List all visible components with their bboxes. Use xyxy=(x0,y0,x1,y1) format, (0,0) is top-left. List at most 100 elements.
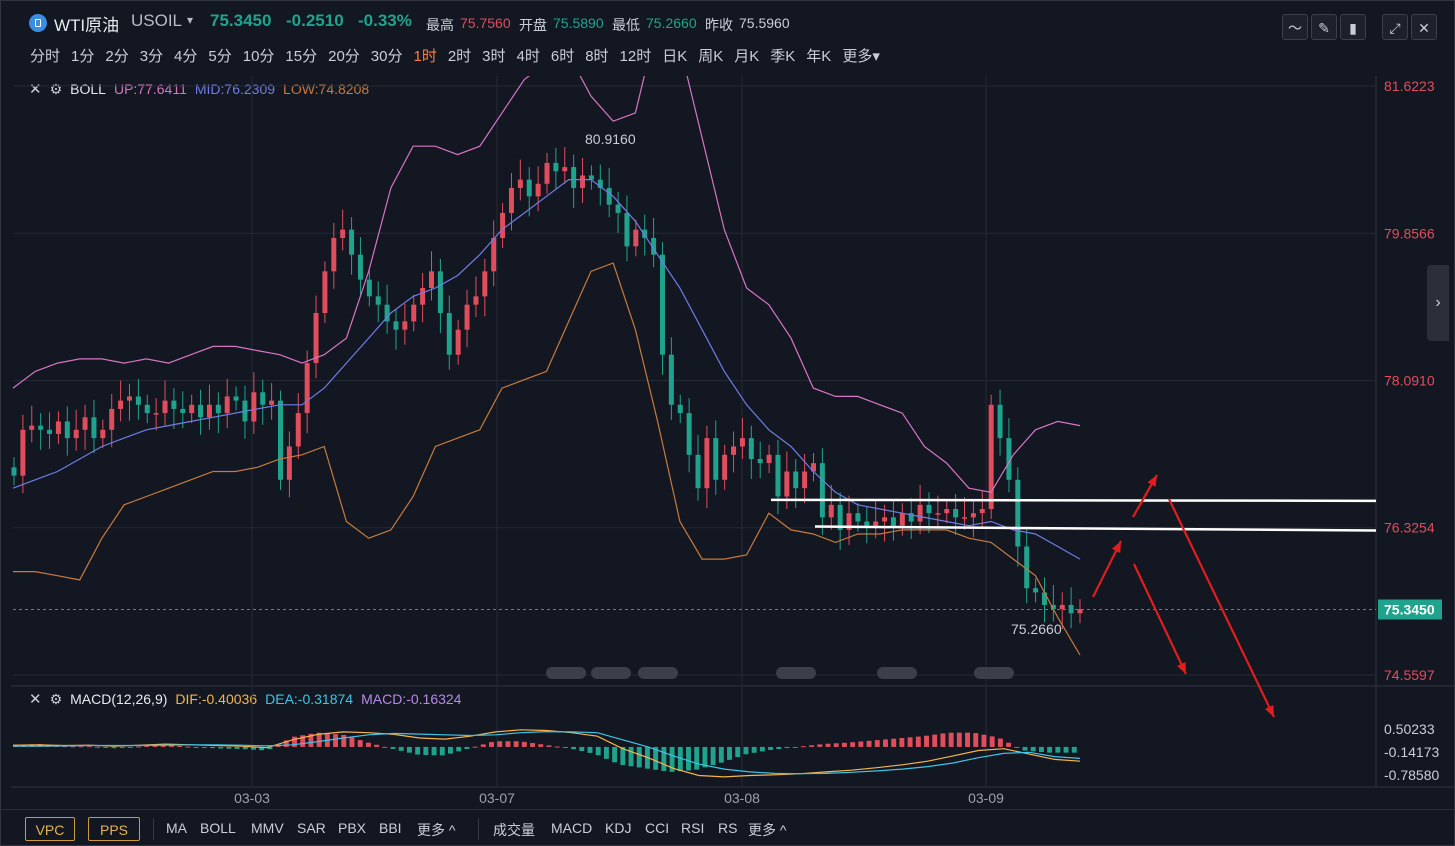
candle-body xyxy=(366,279,372,297)
macd-bar xyxy=(185,746,191,748)
macd-bar xyxy=(201,746,207,748)
candle-body xyxy=(695,454,701,489)
indicator-cci[interactable]: CCI xyxy=(645,820,669,836)
vpc-button[interactable]: VPC xyxy=(25,817,75,841)
macd-bar xyxy=(743,746,749,755)
indicator-mmv[interactable]: MMV xyxy=(251,820,284,836)
indicator-volume[interactable]: 成交量 xyxy=(493,820,535,840)
candle-body xyxy=(180,408,186,414)
macd-bar xyxy=(997,738,1003,747)
candle-body xyxy=(55,421,61,434)
indicator-macd[interactable]: MACD xyxy=(551,820,592,836)
chevron-up-icon: ^ xyxy=(448,822,456,838)
macd-bar xyxy=(464,746,470,750)
macd-bar xyxy=(800,746,806,748)
macd-bar xyxy=(456,746,462,752)
price-tag: 75.3450 xyxy=(1384,602,1435,618)
candle-body xyxy=(20,429,26,476)
macd-bar xyxy=(915,736,921,747)
candle-body xyxy=(411,304,417,322)
candle-body xyxy=(29,425,35,430)
macd-bar xyxy=(365,742,371,747)
macd-bar xyxy=(1030,746,1036,752)
macd-bar xyxy=(858,741,864,747)
macd-bar xyxy=(768,746,774,750)
candle-body xyxy=(659,254,665,355)
candle-body xyxy=(375,296,381,305)
candle-body xyxy=(1015,479,1021,547)
candle-body xyxy=(926,504,932,514)
indicator-boll[interactable]: BOLL xyxy=(200,820,236,836)
candle-body xyxy=(357,254,363,280)
candle-body xyxy=(899,513,905,526)
macd-bar xyxy=(333,734,339,747)
macd-bar xyxy=(792,746,798,748)
candle-body xyxy=(970,513,976,518)
boll-group xyxy=(12,76,1081,656)
chart-canvas[interactable]: 81.6223 79.8566 78.0910 76.3254 74.5597 03-03… xyxy=(1,1,1454,809)
candle-body xyxy=(517,179,523,188)
macd-bar xyxy=(825,743,831,747)
macd-bar xyxy=(226,746,232,749)
macd-bar xyxy=(95,746,101,748)
macd-bar xyxy=(448,746,453,754)
more-sub-button[interactable]: 更多 ^ xyxy=(748,820,786,840)
indicator-kdj[interactable]: KDJ xyxy=(605,820,631,836)
macd-bar xyxy=(866,740,872,747)
chart-window: WTI原油 USOIL ▾ 75.3450 -0.2510 -0.33% 最高 … xyxy=(0,0,1455,846)
macd-bar xyxy=(751,746,757,753)
high-annotation: 80.9160 xyxy=(585,131,636,147)
macd-bar xyxy=(218,746,224,749)
macd-bar xyxy=(78,746,84,748)
macd-bar xyxy=(932,734,938,747)
macd-bar xyxy=(349,737,355,747)
candle-body xyxy=(126,396,132,401)
macd-bar xyxy=(398,746,404,751)
price-tick-label: 78.0910 xyxy=(1384,373,1435,389)
indicator-sar[interactable]: SAR xyxy=(297,820,326,836)
candle-body xyxy=(553,162,559,172)
indicator-bbi[interactable]: BBI xyxy=(379,820,402,836)
candle-body xyxy=(144,404,150,414)
indicator-rs[interactable]: RS xyxy=(718,820,737,836)
candle-body xyxy=(100,429,106,439)
indicator-ma[interactable]: MA xyxy=(166,820,187,836)
candle-body xyxy=(819,463,825,518)
candle-body xyxy=(162,400,168,414)
candle-body xyxy=(731,446,737,455)
macd-bar xyxy=(423,746,429,755)
macd-bar xyxy=(981,734,987,747)
chevron-right-icon[interactable]: › xyxy=(1427,265,1449,341)
candle-body xyxy=(135,396,141,405)
candle-body xyxy=(464,304,470,330)
macd-bar xyxy=(636,746,642,768)
pps-button[interactable]: PPS xyxy=(88,817,140,841)
macd-bar xyxy=(1006,742,1012,747)
macd-bar xyxy=(924,735,929,747)
candle-body xyxy=(38,425,44,430)
macd-bar xyxy=(612,746,618,763)
macd-bar xyxy=(718,746,724,763)
more-main-button[interactable]: 更多 ^ xyxy=(417,820,455,840)
candle-body xyxy=(962,517,968,519)
date-label: 03-08 xyxy=(724,790,760,806)
macd-bar xyxy=(850,742,856,747)
candle-body xyxy=(402,321,408,330)
candle-body xyxy=(686,413,692,455)
macd-bar xyxy=(1022,746,1028,751)
resistance-line xyxy=(770,498,1377,503)
candle-body xyxy=(562,167,568,172)
candle-body xyxy=(677,404,683,414)
candle-body xyxy=(580,175,586,188)
candle-body xyxy=(420,288,426,305)
macd-bar xyxy=(587,746,593,753)
candle-body xyxy=(206,404,212,418)
indicator-rsi[interactable]: RSI xyxy=(681,820,704,836)
macd-bar xyxy=(899,738,905,747)
macd-bar xyxy=(242,746,248,750)
macd-bar xyxy=(883,739,888,747)
candle-body xyxy=(508,187,514,213)
macd-bar xyxy=(439,746,445,756)
candle-body xyxy=(1033,588,1039,593)
indicator-pbx[interactable]: PBX xyxy=(338,820,366,836)
